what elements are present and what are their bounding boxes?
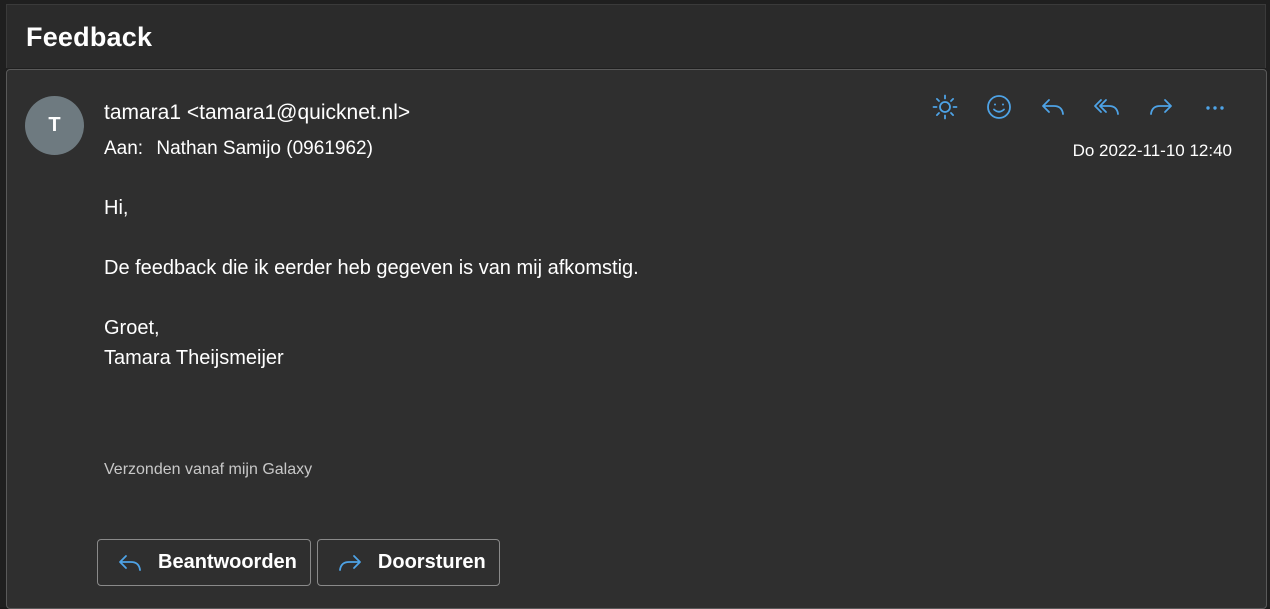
reply-all-icon[interactable] xyxy=(1080,92,1134,122)
subject-header: Feedback xyxy=(6,4,1266,68)
forward-icon[interactable] xyxy=(1134,92,1188,122)
body-sender-name: Tamara Theijsmeijer xyxy=(104,347,284,369)
reading-pane: Feedback T tamara1 <tamara1@quicknet.nl>… xyxy=(0,0,1270,609)
reply-icon xyxy=(119,554,141,571)
recipient-line: Aan: Nathan Samijo (0961962) xyxy=(104,138,373,160)
forward-button[interactable]: Doorsturen xyxy=(316,539,500,586)
reply-button-label: Beantwoorden xyxy=(158,551,297,573)
message-date: Do 2022-11-10 12:40 xyxy=(1072,141,1232,160)
recipient-name[interactable]: Nathan Samijo (0961962) xyxy=(156,138,373,159)
sun-icon[interactable] xyxy=(918,92,972,122)
recipient-label: Aan: xyxy=(104,138,144,159)
forward-button-label: Doorsturen xyxy=(377,551,486,573)
sender-avatar[interactable]: T xyxy=(25,96,84,155)
body-greeting: Hi, xyxy=(104,197,129,219)
message-actions: Beantwoorden Doorsturen xyxy=(97,539,500,586)
message-body: Hi, De feedback die ik eerder heb gegeve… xyxy=(104,193,639,373)
body-paragraph: De feedback die ik eerder heb gegeven is… xyxy=(104,257,639,279)
emoji-icon[interactable] xyxy=(972,92,1026,122)
forward-icon xyxy=(339,554,361,571)
body-closing: Groet, xyxy=(104,317,160,339)
more-icon[interactable] xyxy=(1188,92,1242,122)
message-card: T tamara1 <tamara1@quicknet.nl> Aan: Nat… xyxy=(6,69,1267,609)
message-subject: Feedback xyxy=(26,22,153,52)
sender-address[interactable]: tamara1 <tamara1@quicknet.nl> xyxy=(104,101,410,125)
reply-button[interactable]: Beantwoorden xyxy=(97,539,311,586)
message-toolbar xyxy=(918,92,1242,122)
mobile-signature: Verzonden vanaf mijn Galaxy xyxy=(104,461,313,478)
reply-icon[interactable] xyxy=(1026,92,1080,122)
